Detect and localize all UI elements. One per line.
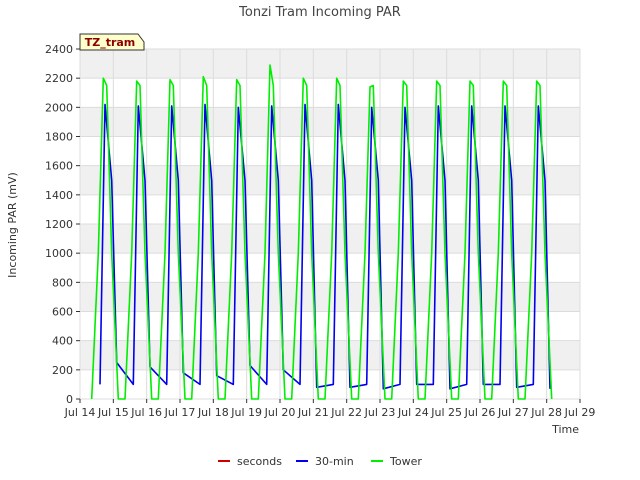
chart-title: Tonzi Tram Incoming PAR	[238, 5, 401, 20]
x-tick-label: Jul 19	[230, 406, 262, 419]
legend: seconds 30-min Tower	[218, 455, 422, 468]
x-tick-label: Jul 18	[197, 406, 229, 419]
x-tick-label: Jul 26	[464, 406, 496, 419]
y-tick-label: 1400	[45, 189, 73, 202]
x-tick-label: Jul 23	[364, 406, 396, 419]
x-tick-label: Jul 16	[130, 406, 162, 419]
y-tick-label: 200	[52, 364, 73, 377]
y-tick-label: 400	[52, 335, 73, 348]
x-axis-ticks: Jul 14 Jul 15 Jul 16 Jul 17 Jul 18 Jul 19 Jul …	[64, 399, 596, 419]
y-axis-ticks: 0 200 400 600 800 1000 1200 1400 1600 1800 2000 220…	[45, 43, 80, 406]
legend-label-30-min: 30-min	[315, 455, 354, 468]
legend-label-Tower: Tower	[389, 455, 422, 468]
y-tick-label: 600	[52, 306, 73, 319]
plot-band	[80, 311, 580, 341]
plot-band	[80, 165, 580, 195]
y-tick-label: 800	[52, 276, 73, 289]
y-tick-label: 2400	[45, 43, 73, 56]
y-tick-label: 2200	[45, 72, 73, 85]
x-tick-label: Jul 22	[330, 406, 362, 419]
chart: Tonzi Tram Incoming PAR 0 200 400 600 800 100…	[6, 5, 596, 468]
legend-label-seconds: seconds	[237, 455, 282, 468]
x-tick-label: Jul 17	[164, 406, 196, 419]
y-tick-label: 1000	[45, 247, 73, 260]
x-tick-label: Jul 29	[564, 406, 596, 419]
x-tick-label: Jul 20	[264, 406, 296, 419]
x-tick-label: Jul 21	[297, 406, 329, 419]
y-axis-label: Incoming PAR (mV)	[6, 172, 19, 278]
x-tick-label: Jul 24	[397, 406, 429, 419]
y-tick-label: 1600	[45, 160, 73, 173]
site-badge: TZ_tram	[79, 33, 145, 51]
plot-band	[80, 224, 580, 254]
x-tick-label: Jul 27	[497, 406, 529, 419]
plot-band	[80, 340, 580, 370]
y-tick-label: 0	[66, 393, 73, 406]
y-tick-label: 1800	[45, 131, 73, 144]
y-tick-label: 2000	[45, 101, 73, 114]
plot-band	[80, 49, 580, 79]
plot-band	[80, 194, 580, 224]
x-axis-label: Time	[551, 423, 579, 436]
x-tick-label: Jul 14	[64, 406, 96, 419]
y-tick-label: 1200	[45, 218, 73, 231]
x-tick-label: Jul 25	[430, 406, 462, 419]
site-badge-label: TZ_tram	[85, 36, 136, 49]
x-tick-label: Jul 15	[97, 406, 129, 419]
x-tick-label: Jul 28	[530, 406, 562, 419]
